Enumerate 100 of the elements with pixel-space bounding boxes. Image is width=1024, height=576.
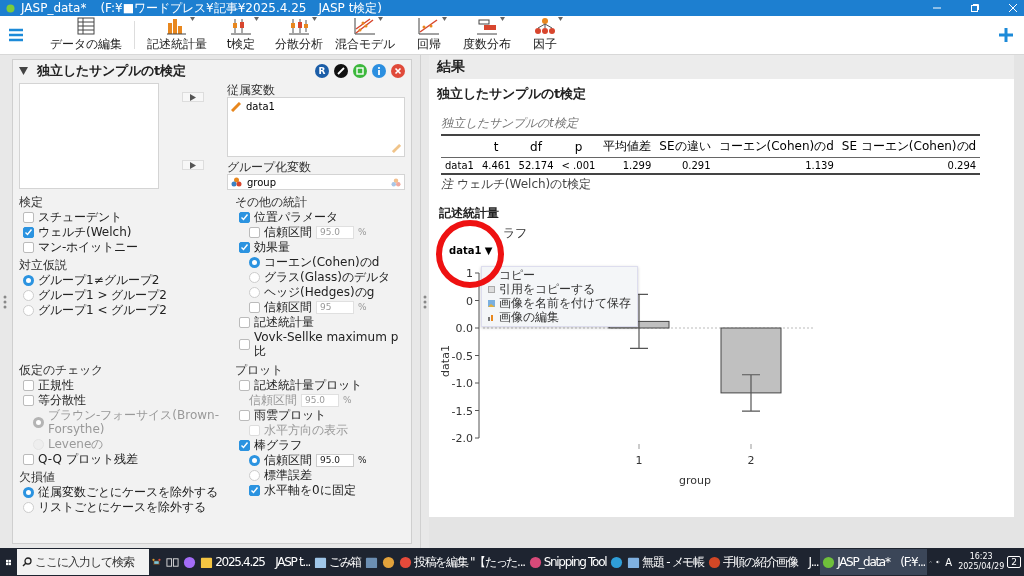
menu-icon[interactable] — [8, 28, 24, 42]
move-arrow-button[interactable] — [182, 92, 204, 102]
toolbar-button[interactable]: 度数分布 — [459, 16, 515, 54]
table-cell: 0.291 — [655, 157, 715, 174]
toolbar-button[interactable]: t検定 — [215, 16, 267, 54]
error-bar — [741, 374, 761, 412]
taskbar-app[interactable]: ごみ箱 — [311, 549, 364, 575]
taskbar-app[interactable]: 投稿を編集 "【たった... — [397, 549, 527, 575]
taskbar-app[interactable]: 2025.4.25 JASP t... — [198, 549, 312, 575]
app-icon — [365, 555, 379, 569]
move-arrow-button[interactable] — [182, 160, 204, 170]
checkbox[interactable] — [239, 439, 250, 451]
table-cell: < .001 — [557, 157, 600, 174]
radio-button[interactable] — [249, 271, 260, 283]
r-syntax-button[interactable]: R — [315, 63, 329, 78]
input-method-indicator[interactable]: A — [945, 556, 953, 568]
radio-button[interactable] — [23, 289, 34, 301]
info-icon[interactable] — [372, 63, 386, 78]
section-title: その他の統計 — [235, 195, 308, 209]
radio-button[interactable] — [23, 501, 34, 513]
column-header: SE コーエン(Cohen)のd — [837, 135, 981, 158]
menu-item[interactable]: 画像の編集 — [488, 311, 631, 324]
checkbox[interactable] — [239, 241, 250, 253]
duplicate-icon[interactable] — [353, 63, 367, 78]
checkbox[interactable] — [249, 484, 260, 496]
plot-menu-button[interactable]: data1 ▼ — [449, 244, 493, 257]
trend-line-icon — [418, 17, 440, 35]
toolbar-button[interactable]: 記述統計量 — [143, 16, 211, 54]
toolbar-button[interactable]: 分散分析 — [271, 16, 327, 54]
unit-label: % — [358, 302, 367, 312]
app-icon — [6, 3, 15, 13]
checkbox[interactable] — [239, 338, 250, 350]
drag-handle-icon[interactable] — [3, 294, 7, 309]
boxplot-icon — [288, 17, 310, 35]
checkbox[interactable] — [249, 226, 260, 238]
nominal-variable-icon — [391, 177, 401, 187]
toolbar-button[interactable]: 混合モデル — [331, 16, 399, 54]
checkbox[interactable] — [23, 226, 34, 238]
checkbox[interactable] — [23, 379, 34, 391]
checkbox[interactable] — [23, 241, 34, 253]
y-axis-label: data1 — [439, 345, 452, 377]
unit-label: % — [358, 455, 367, 465]
add-icon[interactable] — [998, 27, 1014, 43]
option-label: グループ1 > グループ2 — [38, 288, 167, 302]
checkbox[interactable] — [23, 211, 34, 223]
checkbox[interactable] — [23, 453, 34, 465]
radio-button[interactable] — [249, 286, 260, 298]
restore-icon[interactable] — [970, 3, 980, 13]
document-icon — [488, 286, 495, 293]
taskbar-app[interactable]: Snipping Tool — [526, 549, 609, 575]
drag-handle-icon[interactable] — [423, 294, 427, 309]
radio-button[interactable] — [23, 274, 34, 286]
app-icon — [382, 555, 396, 569]
pencil-icon[interactable] — [334, 63, 348, 78]
triangle-icon — [190, 161, 196, 169]
option-label: 信頼区間 — [264, 453, 312, 467]
app-icon — [200, 555, 214, 569]
menu-item-label: 引用をコピーする — [499, 283, 595, 296]
taskbar-app[interactable]: 無題 - メモ帳 — [625, 549, 706, 575]
app-icon — [183, 555, 197, 569]
taskbar-app[interactable]: JASP_data* (F:¥... — [820, 549, 927, 575]
column-header: p — [557, 135, 600, 158]
toolbar-button[interactable]: データの編集 — [46, 16, 126, 54]
dependent-variable-list[interactable]: data1 — [227, 97, 405, 157]
boxplot-icon — [230, 17, 252, 35]
grouping-variable-field[interactable]: group — [227, 174, 405, 190]
collapse-triangle-icon[interactable] — [19, 66, 28, 75]
radio-button[interactable] — [23, 304, 34, 316]
checkbox[interactable] — [23, 394, 34, 406]
option-label: 記述統計量 — [254, 315, 314, 329]
checkbox[interactable] — [239, 409, 250, 421]
option-label: 信頼区間 — [249, 393, 297, 407]
y-tick-label: -0.5 — [451, 349, 473, 363]
taskbar-app[interactable]: 手順の紹介画像 J... — [705, 549, 821, 575]
option-label: コーエン(Cohen)のd — [264, 255, 380, 269]
number-field[interactable]: 95.0 — [316, 453, 354, 467]
taskbar-search-field[interactable]: ここに入力して検索 — [17, 549, 150, 575]
notification-button[interactable]: 2 — [1007, 556, 1021, 568]
toolbar-button[interactable]: 因子 — [519, 16, 571, 54]
menu-item[interactable]: コピー — [488, 269, 631, 282]
checkbox[interactable] — [239, 316, 250, 328]
option-label: 位置パラメータ — [254, 210, 338, 224]
option-label: グラス(Glass)のデルタ — [264, 270, 390, 284]
close-icon[interactable] — [391, 63, 405, 78]
radio-button[interactable] — [249, 454, 260, 466]
checkbox[interactable] — [249, 301, 260, 313]
checkbox[interactable] — [239, 379, 250, 391]
menu-item[interactable]: 引用をコピーする — [488, 283, 631, 296]
radio-button[interactable] — [23, 486, 34, 498]
unit-label: % — [343, 395, 352, 405]
radio-button[interactable] — [249, 256, 260, 268]
checkbox[interactable] — [239, 211, 250, 223]
close-icon[interactable] — [1008, 3, 1018, 13]
file-path: (F:¥■ワードプレス¥記事¥2025.4.25 JASP t検定) — [100, 0, 383, 16]
radio-button[interactable] — [249, 469, 260, 481]
option-label: ウェルチ(Welch) — [38, 225, 132, 239]
toolbar-button[interactable]: 回帰 — [403, 16, 455, 54]
y-tick-label: 0.0 — [455, 322, 473, 335]
variable-item[interactable]: data1 — [246, 101, 275, 112]
clock[interactable]: 16:23 2025/04/29 — [958, 552, 1005, 572]
